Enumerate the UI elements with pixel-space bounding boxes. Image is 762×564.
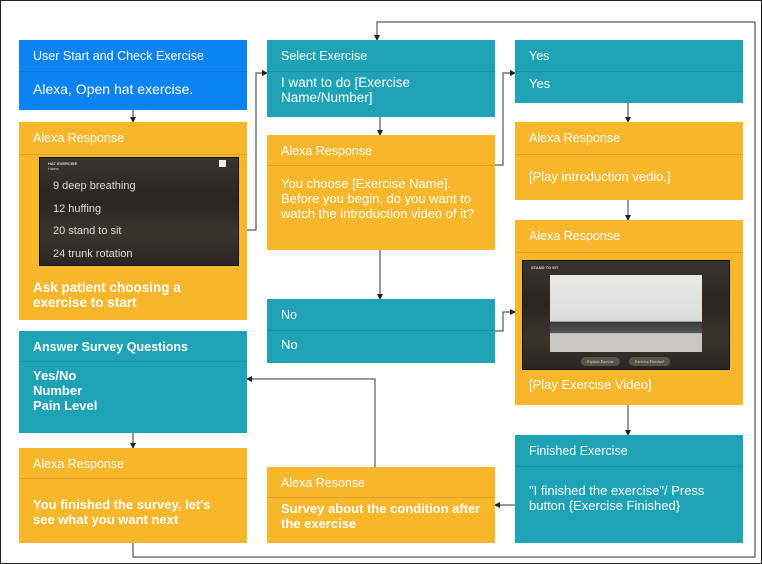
survey-answer-type: Number xyxy=(33,383,83,398)
box-body: Yes xyxy=(529,76,551,91)
box-title: Alexa Response xyxy=(19,122,247,155)
box-body: "I finished the exercise"/ Press button … xyxy=(529,483,705,513)
box-title: Alexa Response xyxy=(267,135,495,166)
box-body: You finished the survey, let's see what … xyxy=(33,497,211,527)
box-title: Alexa Response xyxy=(515,220,743,253)
box-user-start: User Start and Check Exercise Alexa, Ope… xyxy=(19,40,247,110)
exercise-finished-button[interactable]: Exercise Finished xyxy=(629,357,670,366)
list-item: 9 deep breathing xyxy=(53,180,136,192)
home-icon xyxy=(219,160,226,167)
box-title: Finished Exercise xyxy=(515,435,743,467)
box-yes: Yes Yes xyxy=(515,40,743,103)
list-item: 12 huffing xyxy=(53,203,102,215)
box-alexa-response-done: Alexa Response You finished the survey, … xyxy=(19,448,247,543)
box-body: [Play Exercise Video] xyxy=(529,377,652,392)
box-body: You choose [Exercise Name]. Before you b… xyxy=(281,176,474,221)
survey-answer-type: Pain Level xyxy=(33,398,98,413)
box-no: No No xyxy=(267,299,495,363)
arrow-no-to-video xyxy=(495,309,516,332)
box-alexa-response-choose: Alexa Response You choose [Exercise Name… xyxy=(267,135,495,250)
box-answer-survey: Answer Survey Questions Yes/No Number Pa… xyxy=(19,331,247,433)
box-alexa-response-list: Alexa Response HAT EXERCISE Home 9 deep … xyxy=(19,122,247,320)
arrow-choose-to-yes xyxy=(495,70,516,166)
box-title: No xyxy=(267,299,495,331)
box-body: [Play introduction vedio.] xyxy=(529,169,671,184)
box-title: Select Exercise xyxy=(267,40,495,72)
screen-subheader: Home xyxy=(48,166,59,171)
survey-answer-type: Yes/No xyxy=(33,368,77,383)
arrow-survey-to-answer xyxy=(246,376,376,467)
box-title: Alexa Response xyxy=(515,122,743,155)
box-body: I want to do [Exercise Name/Number] xyxy=(281,75,411,105)
box-title: User Start and Check Exercise xyxy=(19,40,247,72)
box-title: Alexa Response xyxy=(19,448,247,479)
exercise-list-screenshot: HAT EXERCISE Home 9 deep breathing 12 hu… xyxy=(39,157,239,266)
box-alexa-response-video: Alexa Response STAND TO SIT Explain Exer… xyxy=(515,220,743,405)
explain-exercise-button[interactable]: Explain Exercise xyxy=(581,357,621,366)
box-alexa-resonse-survey: Alexa Resonse Survey about the condition… xyxy=(267,467,495,543)
box-title: Yes xyxy=(515,40,743,72)
box-title: Alexa Resonse xyxy=(267,467,495,498)
list-item: 24 trunk rotation xyxy=(53,248,133,260)
screen-header: STAND TO SIT xyxy=(531,265,559,270)
box-select-exercise: Select Exercise I want to do [Exercise N… xyxy=(267,40,495,117)
exercise-video-screenshot: STAND TO SIT Explain Exercise Exercise F… xyxy=(522,260,730,370)
arrow-list-to-select xyxy=(247,70,268,231)
box-body: Survey about the condition after the exe… xyxy=(281,501,481,531)
box-body: Alexa, Open hat exercise. xyxy=(33,81,194,97)
box-body: No xyxy=(281,337,298,352)
exercise-video[interactable] xyxy=(550,275,702,352)
box-title: Answer Survey Questions xyxy=(19,331,247,362)
box-finished-exercise: Finished Exercise "I finished the exerci… xyxy=(515,435,743,543)
list-item: 20 stand to sit xyxy=(53,225,122,237)
box-alexa-response-intro: Alexa Response [Play introduction vedio.… xyxy=(515,122,743,200)
box-body: Ask patient choosing a exercise to start xyxy=(33,280,181,310)
